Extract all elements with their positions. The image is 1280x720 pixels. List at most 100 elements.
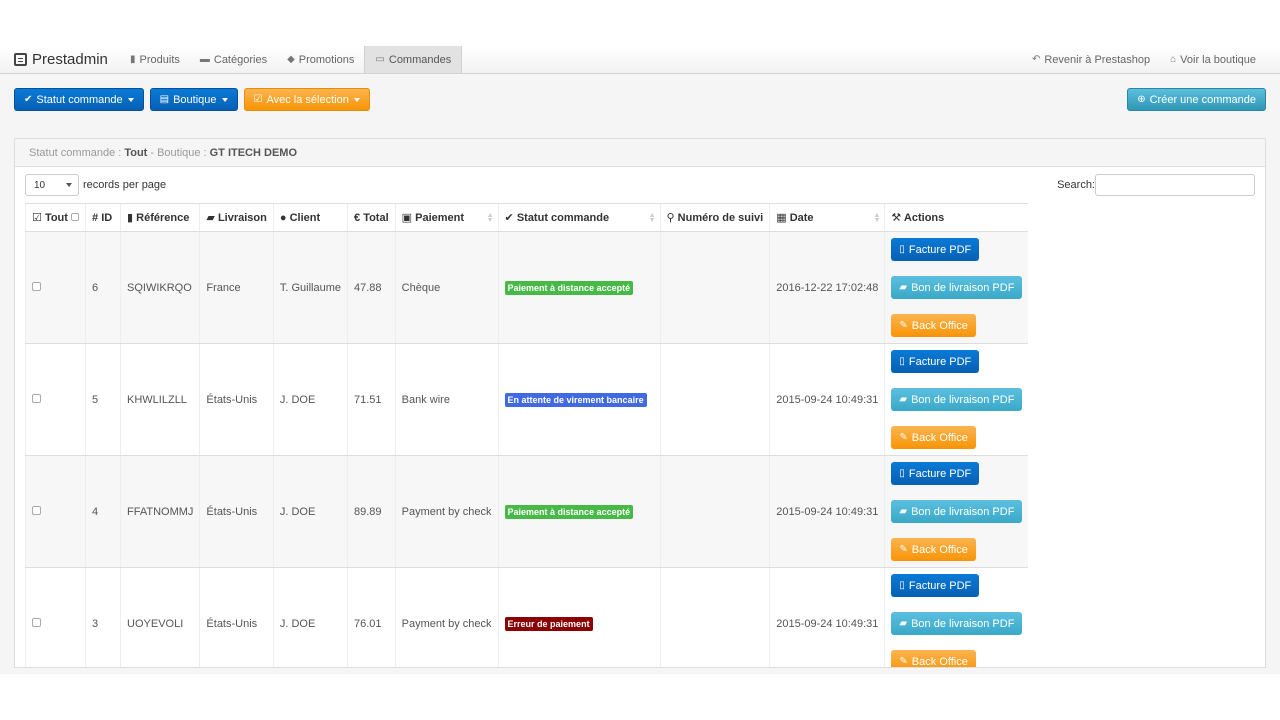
cell-status: Paiement à distance accepté [497, 455, 661, 568]
avec-selection-button[interactable]: ☑ Avec la sélection [243, 88, 370, 111]
select-all-checkbox[interactable] [71, 213, 80, 221]
voir-boutique-link[interactable]: ⌂ Voir la boutique [1160, 46, 1266, 73]
cell-ref: UOYEVOLI [120, 567, 200, 667]
main-nav: ▮ Produits ▬ Catégories ◆ Promotions ▭ Commande… [120, 46, 463, 73]
search-input[interactable] [1095, 174, 1255, 196]
facture-pdf-button[interactable]: ▯ Facture PDF [891, 574, 980, 597]
col-client[interactable]: ● Client [272, 203, 348, 232]
bon-livraison-pdf-label: Bon de livraison PDF [911, 393, 1015, 406]
checkbox-icon: ☑ [32, 212, 42, 224]
cell-select [24, 343, 86, 456]
cell-track [659, 343, 770, 456]
row-checkbox[interactable] [32, 393, 41, 403]
table-controls: 10 records per page Search: [15, 167, 1265, 203]
filter-shop-prefix: - Boutique : [150, 146, 207, 159]
facture-pdf-button[interactable]: ▯ Facture PDF [891, 350, 980, 373]
boutique-button[interactable]: ▤ Boutique [149, 88, 238, 111]
cell-actions: ▯ Facture PDF ▰ Bon de livraison PDF ✎ Back O… [884, 231, 1029, 344]
col-ship-label: Livraison [217, 212, 267, 224]
back-office-button[interactable]: ✎ Back Office [891, 314, 976, 337]
nav-item-label: Promotions [298, 53, 355, 66]
col-id-label: ID [101, 211, 113, 224]
bon-livraison-pdf-button[interactable]: ▰ Bon de livraison PDF [891, 388, 1023, 411]
toolbar: ✔ Statut commande ▤ Boutique ☑ Avec la s… [14, 74, 1266, 138]
sort-icon: ▲ ▼ [873, 212, 881, 224]
row-checkbox[interactable] [32, 505, 41, 515]
bon-livraison-pdf-button[interactable]: ▰ Bon de livraison PDF [891, 500, 1023, 523]
back-office-button[interactable]: ✎ Back Office [891, 538, 976, 561]
cart-icon: ▤ [159, 94, 170, 105]
revenir-prestashop-link[interactable]: ↶ Revenir à Prestashop [1022, 46, 1160, 73]
truck-icon: ▰ [899, 282, 908, 293]
statut-commande-button[interactable]: ✔ Statut commande [14, 88, 144, 111]
cell-ship: États-Unis [199, 455, 274, 568]
page-size-value: 10 [34, 179, 46, 191]
col-ship[interactable]: ▰ Livraison [199, 203, 274, 232]
orders-table: ☑ Tout # ID ▮ Référence ▰ Livraison ● Cl… [24, 203, 1029, 668]
caret-down-icon [353, 97, 360, 102]
truck-icon: ▰ [899, 394, 908, 405]
search-label: Search: [1057, 179, 1095, 191]
list-icon [14, 53, 27, 66]
page-size-select[interactable]: 10 [25, 174, 79, 196]
nav-item-commandes[interactable]: ▭ Commandes [364, 46, 463, 73]
col-total-label: Total [363, 211, 389, 224]
plus-circle-icon: ⊕ [1137, 94, 1146, 105]
checkbox-icon: ☑ [253, 94, 263, 105]
facture-pdf-button[interactable]: ▯ Facture PDF [891, 238, 980, 261]
bon-livraison-pdf-button[interactable]: ▰ Bon de livraison PDF [891, 612, 1023, 635]
orders-panel: Statut commande : Tout - Boutique : GT I… [14, 138, 1266, 668]
cell-pay: Bank wire [394, 343, 499, 456]
hash-icon: # [92, 211, 99, 224]
row-checkbox[interactable] [32, 617, 41, 627]
bon-livraison-pdf-label: Bon de livraison PDF [911, 617, 1015, 630]
nav-item-produits[interactable]: ▮ Produits [120, 46, 190, 73]
col-total[interactable]: € Total [347, 203, 396, 232]
file-icon: ▯ [899, 356, 905, 367]
nav-item-promotions[interactable]: ◆ Promotions [277, 46, 364, 73]
nav-item-catgories[interactable]: ▬ Catégories [190, 46, 277, 73]
cell-actions: ▯ Facture PDF ▰ Bon de livraison PDF ✎ Back O… [884, 455, 1029, 568]
secondary-nav: ↶ Revenir à Prestashop ⌂ Voir la boutique [1022, 46, 1280, 73]
filter-summary: Statut commande : Tout - Boutique : GT I… [15, 139, 1265, 167]
creer-commande-button[interactable]: ⊕ Créer une commande [1127, 88, 1266, 111]
bon-livraison-pdf-button[interactable]: ▰ Bon de livraison PDF [891, 276, 1023, 299]
col-date[interactable]: ▦ Date ▲ ▼ [769, 203, 885, 232]
book-icon: ▮ [127, 212, 134, 224]
money-icon: ▣ [401, 212, 413, 224]
tag-icon: ◆ [287, 54, 295, 65]
cell-actions: ▯ Facture PDF ▰ Bon de livraison PDF ✎ Back O… [884, 343, 1029, 456]
back-office-button[interactable]: ✎ Back Office [891, 426, 976, 449]
sort-icon: ▲ ▼ [648, 212, 656, 224]
back-office-label: Back Office [911, 655, 968, 668]
sort-icon: ▲ ▼ [486, 212, 494, 224]
cell-select [24, 231, 86, 344]
col-status[interactable]: ✔ Statut commande ▲ ▼ [497, 203, 661, 232]
col-actions: ⚒ Actions [884, 203, 1029, 232]
col-all[interactable]: ☑ Tout [24, 203, 86, 232]
col-track[interactable]: ⚲ Numéro de suivi [659, 203, 770, 232]
status-badge: Paiement à distance accepté [504, 504, 634, 519]
cell-ref: SQIWIKRQO [120, 231, 200, 344]
facture-pdf-label: Facture PDF [908, 355, 972, 368]
facture-pdf-label: Facture PDF [908, 579, 972, 592]
col-actions-label: Actions [903, 212, 945, 224]
facture-pdf-button[interactable]: ▯ Facture PDF [891, 462, 980, 485]
brand[interactable]: Prestadmin [0, 46, 120, 73]
col-all-label: Tout [44, 212, 68, 224]
truck-icon: ▰ [206, 212, 215, 224]
cell-date: 2015-09-24 10:49:31 [769, 567, 885, 667]
boutique-label: Boutique [173, 93, 217, 106]
back-office-button[interactable]: ✎ Back Office [891, 650, 976, 668]
status-badge: En attente de virement bancaire [504, 392, 647, 407]
row-checkbox[interactable] [32, 281, 41, 291]
cell-id: 5 [85, 343, 121, 456]
cell-total: 47.88 [347, 231, 396, 344]
col-ref[interactable]: ▮ Référence [120, 203, 200, 232]
book-icon: ▮ [130, 54, 136, 65]
table-row: 6 SQIWIKRQO France T. Guillaume 47.88 Chèque P… [24, 231, 1029, 344]
col-id[interactable]: # ID [85, 203, 121, 232]
filter-status-value: Tout [124, 146, 148, 159]
col-track-label: Numéro de suivi [677, 212, 764, 224]
col-pay[interactable]: ▣ Paiement ▲ ▼ [394, 203, 499, 232]
